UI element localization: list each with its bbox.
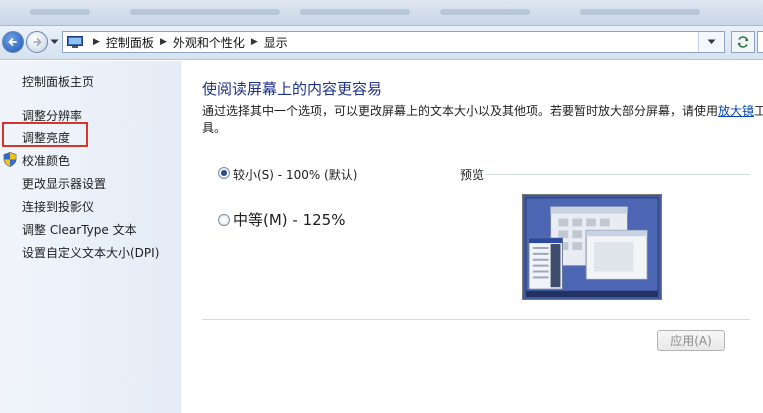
tab-blur [130, 9, 280, 15]
magnifier-link[interactable]: 放大镜 [718, 104, 754, 118]
breadcrumb-display[interactable]: 显示 [264, 34, 288, 51]
size-smaller-radio[interactable] [218, 167, 230, 179]
sidebar-item-display-settings[interactable]: 更改显示器设置 [22, 175, 106, 192]
breadcrumb-separator[interactable]: ▶ [251, 37, 258, 47]
sidebar-item-home[interactable]: 控制面板主页 [22, 73, 94, 90]
navigation-bar: ▶ 控制面板 ▶ 外观和个性化 ▶ 显示 [0, 26, 763, 60]
description-text: 通过选择其中一个选项，可以更改屏幕上的文本大小以及其他项。若要暂时放大部分屏幕，… [202, 104, 719, 118]
tab-blur [440, 9, 530, 15]
search-input[interactable] [757, 31, 763, 53]
footer-divider [202, 319, 750, 320]
back-button[interactable] [2, 31, 24, 53]
breadcrumb-appearance[interactable]: 外观和个性化 [173, 34, 245, 51]
tab-blur [30, 9, 90, 15]
page-description: 通过选择其中一个选项，可以更改屏幕上的文本大小以及其他项。若要暂时放大部分屏幕，… [202, 102, 763, 119]
sidebar-item-cleartype[interactable]: 调整 ClearType 文本 [22, 221, 137, 238]
forward-arrow-icon [33, 38, 42, 46]
size-smaller-label[interactable]: 较小(S) - 100% (默认) [233, 166, 357, 183]
forward-button[interactable] [26, 31, 48, 53]
sidebar-item-projector[interactable]: 连接到投影仪 [22, 198, 94, 215]
preview-divider [486, 174, 750, 175]
size-medium-label[interactable]: 中等(M) - 125% [233, 209, 345, 230]
preview-label: 预览 [460, 168, 485, 182]
sidebar-item-brightness[interactable]: 调整亮度 [22, 129, 70, 146]
preview-screen-illustration [523, 195, 661, 299]
sidebar-item-calibrate-color[interactable]: 校准颜色 [22, 152, 70, 169]
size-medium-radio[interactable] [218, 214, 230, 226]
back-arrow-icon [8, 38, 17, 46]
left-navigation-pane: 控制面板主页 调整分辨率 调整亮度 校准颜色 更改显示器设置 连接到投影仪 调整… [0, 61, 181, 413]
chevron-down-icon [707, 39, 716, 44]
history-dropdown-icon[interactable] [50, 39, 59, 45]
breadcrumb-separator: ▶ [93, 37, 100, 47]
address-dropdown-button[interactable] [698, 32, 724, 52]
breadcrumb-separator[interactable]: ▶ [160, 37, 167, 47]
control-panel-icon [67, 35, 83, 48]
page-title: 使阅读屏幕上的内容更容易 [202, 80, 383, 98]
tab-blur [300, 9, 410, 15]
refresh-button[interactable] [731, 31, 755, 53]
preview-image [522, 194, 662, 300]
tab-blur [580, 9, 700, 15]
breadcrumb-control-panel[interactable]: 控制面板 [106, 34, 154, 51]
browser-tab-strip [0, 0, 763, 26]
refresh-icon [737, 36, 749, 48]
address-bar[interactable]: ▶ 控制面板 ▶ 外观和个性化 ▶ 显示 [62, 31, 725, 53]
description-text-tail: 工 [754, 104, 763, 118]
shield-icon [3, 152, 17, 167]
page-description-line2: 具。 [202, 121, 227, 135]
apply-button[interactable]: 应用(A) [657, 330, 725, 351]
sidebar-item-custom-dpi[interactable]: 设置自定义文本大小(DPI) [22, 244, 159, 261]
